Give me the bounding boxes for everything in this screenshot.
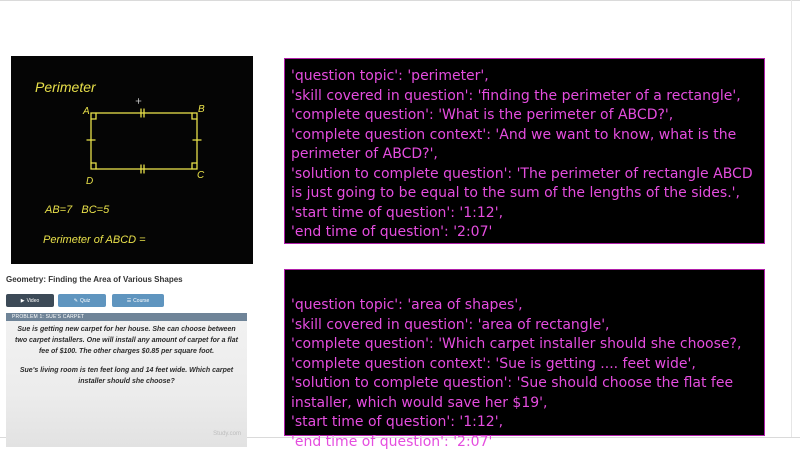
problem-text-question: Sue's living room is ten feet long and 1… <box>14 365 239 387</box>
info-topic: 'question topic': 'perimeter', <box>291 67 758 87</box>
right-angle-mark <box>192 163 197 169</box>
tab-course-label: Course <box>133 298 149 304</box>
info-question: 'complete question': 'Which carpet insta… <box>291 335 758 355</box>
info-context: 'complete question context': 'And we wan… <box>291 126 758 165</box>
tab-quiz-label: Quiz <box>80 298 90 304</box>
course-title: Geometry: Finding the Area of Various Sh… <box>6 275 256 284</box>
vertex-b-label: B <box>198 104 205 115</box>
top-divider <box>0 0 800 1</box>
vertex-c-label: C <box>197 170 205 181</box>
problem-text-intro: Sue is getting new carpet for her house.… <box>14 324 239 357</box>
vertex-a-label: A <box>82 106 90 117</box>
pencil-icon: ✎ <box>74 298 78 304</box>
board-title: Perimeter <box>35 79 97 95</box>
right-angle-mark <box>192 113 197 119</box>
problem-header: PROBLEM 1: SUE'S CARPET <box>6 313 247 321</box>
vertex-d-label: D <box>86 176 93 187</box>
problem-card[interactable]: PROBLEM 1: SUE'S CARPET Sue is getting n… <box>6 313 247 447</box>
tab-video-label: Video <box>27 298 40 304</box>
info-solution: 'solution to complete question': 'Sue sh… <box>291 374 758 413</box>
question-info-box-area: 'question topic': 'area of shapes', 'ski… <box>284 269 765 436</box>
info-solution: 'solution to complete question': 'The pe… <box>291 165 758 204</box>
video-icon: ▶ <box>21 298 25 304</box>
list-icon: ☰ <box>127 298 131 304</box>
info-skill: 'skill covered in question': 'finding th… <box>291 87 758 107</box>
info-topic: 'question topic': 'area of shapes', <box>291 296 758 316</box>
info-end-time: 'end time of question': '2:07' <box>291 223 758 243</box>
cursor-icon <box>136 99 141 104</box>
right-angle-mark <box>91 163 96 169</box>
tab-quiz[interactable]: ✎ Quiz <box>58 294 106 307</box>
tab-video[interactable]: ▶ Video <box>6 294 54 307</box>
side-lengths-label: AB=7 BC=5 <box>44 204 110 216</box>
blackboard-drawing: Perimeter A B C D AB=7 BC=5 Perimeter of… <box>11 56 253 264</box>
rectangle-abcd <box>91 113 197 169</box>
info-start-time: 'start time of question': '1:12', <box>291 204 758 224</box>
info-skill: 'skill covered in question': 'area of re… <box>291 316 758 336</box>
tab-course[interactable]: ☰ Course <box>112 294 164 307</box>
watermark-logo: Study.com <box>213 431 241 437</box>
blackboard-video[interactable]: Perimeter A B C D AB=7 BC=5 Perimeter of… <box>11 56 253 264</box>
right-divider <box>791 0 792 437</box>
right-angle-mark <box>91 113 96 119</box>
question-info-box-perimeter: 'question topic': 'perimeter', 'skill co… <box>284 58 765 244</box>
info-context: 'complete question context': 'Sue is get… <box>291 355 758 375</box>
info-start-time: 'start time of question': '1:12', <box>291 413 758 433</box>
perimeter-question-label: Perimeter of ABCD = <box>43 234 146 246</box>
info-question: 'complete question': 'What is the perime… <box>291 106 758 126</box>
info-end-time: 'end time of question': '2:07' <box>291 433 758 452</box>
